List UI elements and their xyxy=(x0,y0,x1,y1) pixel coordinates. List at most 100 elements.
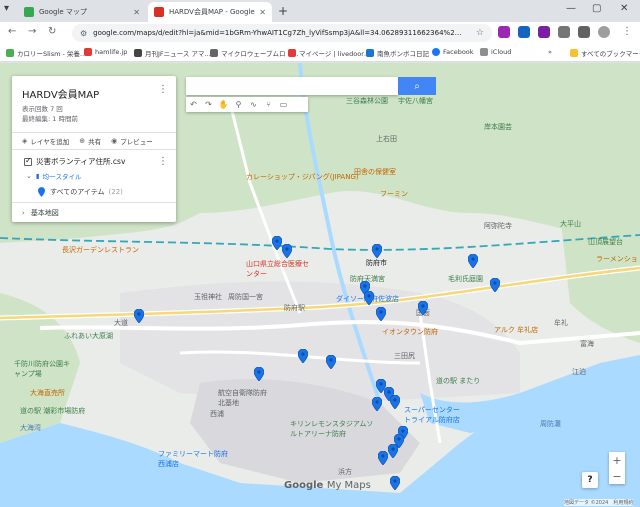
pin-icon xyxy=(38,187,45,197)
bookmark-favicon-icon xyxy=(6,49,14,57)
new-tab-button[interactable]: + xyxy=(278,4,288,18)
map-marker-pin-icon[interactable] xyxy=(375,306,387,322)
style-label[interactable]: 均一スタイル xyxy=(42,171,81,181)
close-tab-icon[interactable]: ✕ xyxy=(133,8,140,17)
search-button[interactable]: ⌕ xyxy=(398,77,436,95)
map-label: 三谷森林公園 xyxy=(346,97,388,105)
measure-icon[interactable]: ▭ xyxy=(276,100,291,109)
map-label: 富海 xyxy=(580,340,594,348)
bookmark-item[interactable]: 月刊JFニュース アマ… xyxy=(134,48,211,58)
redo-icon[interactable]: ↷ xyxy=(201,100,216,109)
undo-icon[interactable]: ↶ xyxy=(186,100,201,109)
layer-menu-icon[interactable]: ⋮ xyxy=(158,156,168,167)
map-marker-pin-icon[interactable] xyxy=(325,354,337,370)
share-button[interactable]: ⊕ 共有 xyxy=(79,136,101,146)
all-items-row[interactable]: すべてのアイテム (22) xyxy=(38,187,123,197)
map-marker-pin-icon[interactable] xyxy=(389,475,401,491)
bookmark-item[interactable]: hamlife.jp xyxy=(84,48,127,56)
map-marker-pin-icon[interactable] xyxy=(363,290,375,306)
logo-mymaps: My Maps xyxy=(326,480,371,491)
zoom-out-button[interactable]: − xyxy=(609,468,625,484)
address-bar[interactable]: ⚙ google.com/maps/d/edit?hl=ja&mid=1bGRm… xyxy=(72,24,492,42)
extension-icon[interactable] xyxy=(538,26,550,38)
add-layer-button[interactable]: ◈ レイヤを追加 xyxy=(22,136,69,146)
extension-icon[interactable] xyxy=(558,26,570,38)
bookmark-item[interactable]: iCloud xyxy=(480,48,511,56)
map-marker-pin-icon[interactable] xyxy=(371,396,383,412)
map-label: 三田尻 xyxy=(394,352,415,360)
site-info-icon[interactable]: ⚙ xyxy=(80,29,87,38)
map-marker-pin-icon[interactable] xyxy=(253,366,265,382)
map-title[interactable]: HARDV会員MAP xyxy=(22,86,99,101)
bookmarks-bar: カロリーSlism - 栄養… hamlife.jp 月刊JFニュース アマ… … xyxy=(0,44,640,62)
forward-icon[interactable]: → xyxy=(28,26,36,37)
bookmark-favicon-icon xyxy=(210,49,218,57)
map-label: 毛利氏庭園 xyxy=(448,275,483,283)
extension-icon[interactable] xyxy=(518,26,530,38)
icloud-icon xyxy=(480,48,488,56)
map-marker-pin-icon[interactable] xyxy=(389,394,401,410)
panel-menu-icon[interactable]: ⋮ xyxy=(158,84,168,95)
item-count: (22) xyxy=(108,188,123,196)
minimize-icon[interactable]: — xyxy=(566,3,576,14)
map-marker-pin-icon[interactable] xyxy=(377,450,389,466)
puzzle-icon[interactable] xyxy=(578,26,590,38)
map-label: キリンレモンスタジアムソルトアリーナ防府 xyxy=(290,420,374,438)
google-my-maps-logo: Google My Maps xyxy=(284,480,371,491)
tab-title: HARDV会員MAP - Google マイ… xyxy=(169,8,255,16)
avatar[interactable] xyxy=(598,26,610,38)
all-bookmarks-button[interactable]: すべてのブックマーク xyxy=(570,48,640,58)
chevron-down-icon[interactable]: ⌄ xyxy=(26,172,32,180)
menu-icon[interactable]: ⋮ xyxy=(622,26,632,37)
map-label: 西浦 xyxy=(210,410,224,418)
reload-icon[interactable]: ↻ xyxy=(48,26,56,37)
map-label: 防府駅 xyxy=(284,304,305,312)
more-bookmarks-button[interactable]: » xyxy=(548,48,552,56)
bookmark-item[interactable]: マイページ | livedoor… xyxy=(288,48,370,58)
bookmark-item[interactable]: カロリーSlism - 栄養… xyxy=(6,48,86,58)
style-row[interactable]: ⌄ ▮ 均一スタイル xyxy=(26,171,81,181)
back-icon[interactable]: ← xyxy=(8,26,16,37)
map-label: 浜方 xyxy=(338,468,352,476)
close-window-icon[interactable]: ✕ xyxy=(620,3,628,14)
map-marker-pin-icon[interactable] xyxy=(281,243,293,259)
map-marker-pin-icon[interactable] xyxy=(467,253,479,269)
drawing-toolbar: ↶ ↷ ✋ ⚲ ∿ ⑂ ▭ xyxy=(186,97,308,112)
map-marker-pin-icon[interactable] xyxy=(371,243,383,259)
layer-checkbox[interactable] xyxy=(24,156,32,166)
tab-google-maps[interactable]: Google マップ ✕ xyxy=(18,2,146,22)
map-marker-pin-icon[interactable] xyxy=(271,235,283,251)
draw-line-icon[interactable]: ∿ xyxy=(246,100,261,109)
map-attribution[interactable]: 地図データ ©2024 利用規約 xyxy=(564,499,634,506)
tab-hardv-map[interactable]: HARDV会員MAP - Google マイ… ✕ xyxy=(148,2,272,22)
bookmark-item[interactable]: マイクロウェーブムロ・… xyxy=(210,48,298,58)
bookmark-star-icon[interactable]: ☆ xyxy=(476,28,484,38)
chevron-right-icon[interactable]: › xyxy=(22,209,25,217)
map-label: 山口県立総合医療センター xyxy=(246,260,309,278)
hand-icon[interactable]: ✋ xyxy=(216,100,231,109)
maximize-icon[interactable]: ▢ xyxy=(592,3,601,14)
help-button[interactable]: ? xyxy=(582,472,598,488)
layer-name[interactable]: 災害ボランティア住所.csv xyxy=(36,156,125,167)
map-label: 田舎の保健室 xyxy=(354,168,396,176)
map-marker-pin-icon[interactable] xyxy=(133,308,145,324)
preview-button[interactable]: ◉ プレビュー xyxy=(111,136,153,146)
map-marker-pin-icon[interactable] xyxy=(297,348,309,364)
extension-icon[interactable] xyxy=(498,26,510,38)
map-marker-pin-icon[interactable] xyxy=(387,443,399,459)
basemap-row[interactable]: › 基本地図 xyxy=(12,202,176,222)
map-label: ファミリーマート防府西浦店 xyxy=(158,450,228,468)
add-marker-icon[interactable]: ⚲ xyxy=(231,100,246,109)
directions-icon[interactable]: ⑂ xyxy=(261,100,276,109)
layer-row[interactable]: 災害ボランティア住所.csv xyxy=(24,156,125,167)
tab-search-icon[interactable]: ▾ xyxy=(4,3,9,14)
bookmark-item[interactable]: 南魚ボンボコ日記 xyxy=(366,48,429,58)
map-label: 航空自衛隊防府北基地 xyxy=(218,389,267,407)
bookmark-item[interactable]: Facebook xyxy=(432,48,474,56)
map-marker-pin-icon[interactable] xyxy=(489,277,501,293)
map-label: 宇佐八幡宮 xyxy=(398,97,433,105)
map-marker-pin-icon[interactable] xyxy=(417,300,429,316)
close-tab-icon[interactable]: ✕ xyxy=(259,8,266,17)
zoom-in-button[interactable]: + xyxy=(609,452,625,468)
map-search-input[interactable] xyxy=(186,77,398,95)
